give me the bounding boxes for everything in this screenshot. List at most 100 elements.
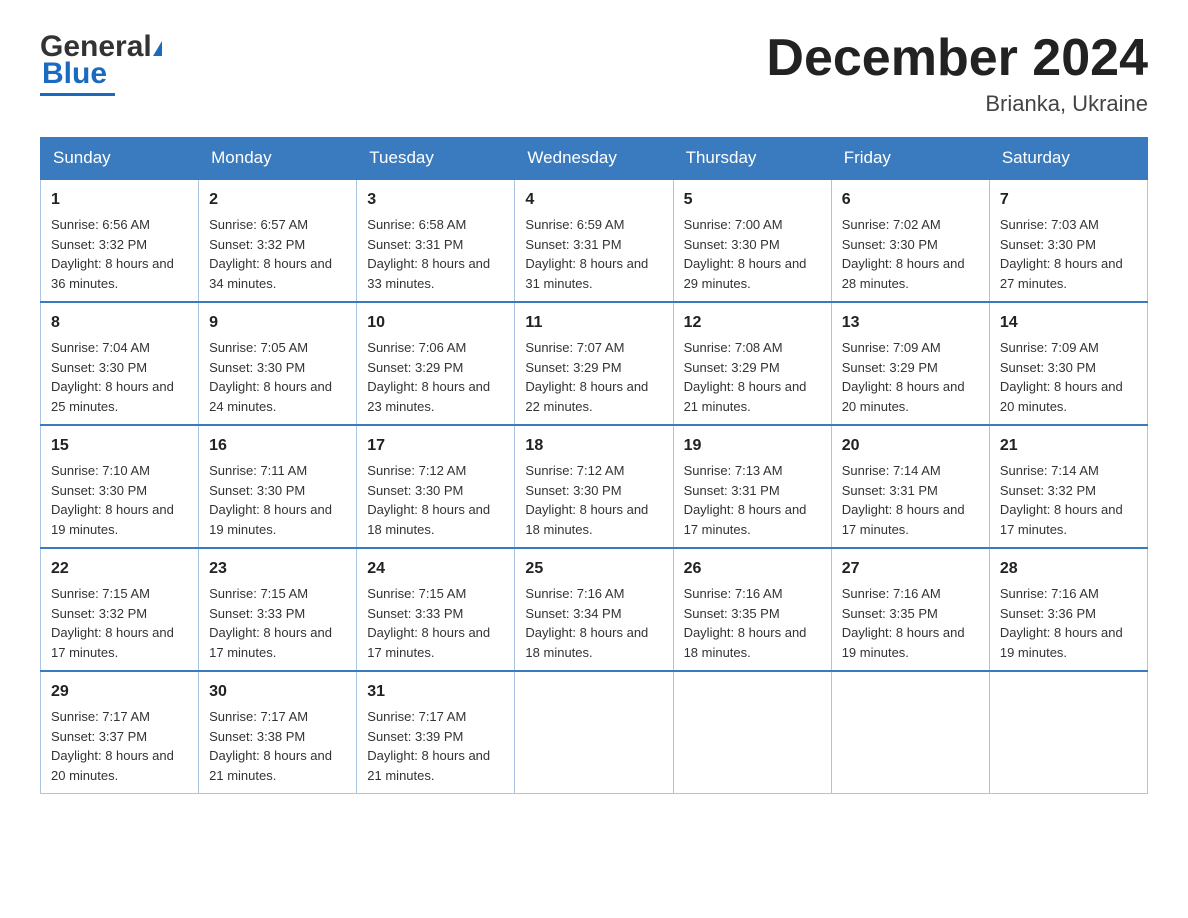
day-number: 5 bbox=[684, 188, 821, 212]
calendar-cell: 10Sunrise: 7:06 AMSunset: 3:29 PMDayligh… bbox=[357, 302, 515, 425]
sunrise-label: Sunrise: 7:09 AM bbox=[842, 340, 941, 355]
week-row-5: 29Sunrise: 7:17 AMSunset: 3:37 PMDayligh… bbox=[41, 671, 1148, 794]
calendar-cell: 28Sunrise: 7:16 AMSunset: 3:36 PMDayligh… bbox=[989, 548, 1147, 671]
day-number: 16 bbox=[209, 434, 346, 458]
calendar-cell: 12Sunrise: 7:08 AMSunset: 3:29 PMDayligh… bbox=[673, 302, 831, 425]
day-number: 24 bbox=[367, 557, 504, 581]
day-header-tuesday: Tuesday bbox=[357, 138, 515, 180]
sunset-label: Sunset: 3:39 PM bbox=[367, 729, 463, 744]
sunset-label: Sunset: 3:30 PM bbox=[1000, 360, 1096, 375]
sunset-label: Sunset: 3:30 PM bbox=[51, 360, 147, 375]
daylight-label: Daylight: 8 hours and 20 minutes. bbox=[51, 748, 174, 783]
sunrise-label: Sunrise: 7:04 AM bbox=[51, 340, 150, 355]
daylight-label: Daylight: 8 hours and 18 minutes. bbox=[525, 625, 648, 660]
sunset-label: Sunset: 3:35 PM bbox=[842, 606, 938, 621]
sunrise-label: Sunrise: 6:58 AM bbox=[367, 217, 466, 232]
sunrise-label: Sunrise: 7:15 AM bbox=[367, 586, 466, 601]
sunrise-label: Sunrise: 7:15 AM bbox=[209, 586, 308, 601]
daylight-label: Daylight: 8 hours and 17 minutes. bbox=[1000, 502, 1123, 537]
sunrise-label: Sunrise: 7:17 AM bbox=[209, 709, 308, 724]
calendar-cell: 30Sunrise: 7:17 AMSunset: 3:38 PMDayligh… bbox=[199, 671, 357, 794]
calendar-cell bbox=[831, 671, 989, 794]
sunrise-label: Sunrise: 7:16 AM bbox=[1000, 586, 1099, 601]
daylight-label: Daylight: 8 hours and 31 minutes. bbox=[525, 256, 648, 291]
sunset-label: Sunset: 3:32 PM bbox=[209, 237, 305, 252]
sunset-label: Sunset: 3:30 PM bbox=[209, 360, 305, 375]
calendar-cell: 16Sunrise: 7:11 AMSunset: 3:30 PMDayligh… bbox=[199, 425, 357, 548]
day-number: 28 bbox=[1000, 557, 1137, 581]
calendar-cell: 6Sunrise: 7:02 AMSunset: 3:30 PMDaylight… bbox=[831, 179, 989, 302]
sunset-label: Sunset: 3:29 PM bbox=[525, 360, 621, 375]
calendar-cell bbox=[673, 671, 831, 794]
sunset-label: Sunset: 3:31 PM bbox=[842, 483, 938, 498]
daylight-label: Daylight: 8 hours and 19 minutes. bbox=[209, 502, 332, 537]
sunset-label: Sunset: 3:33 PM bbox=[367, 606, 463, 621]
sunset-label: Sunset: 3:35 PM bbox=[684, 606, 780, 621]
daylight-label: Daylight: 8 hours and 17 minutes. bbox=[367, 625, 490, 660]
week-row-3: 15 Sunrise: 7:10 AM Sunset: 3:30 PM Dayligh… bbox=[41, 425, 1148, 548]
day-number: 9 bbox=[209, 311, 346, 335]
sunrise-label: Sunrise: 7:15 AM bbox=[51, 586, 150, 601]
sunset-label: Sunset: 3:29 PM bbox=[842, 360, 938, 375]
daylight-label: Daylight: 8 hours and 27 minutes. bbox=[1000, 256, 1123, 291]
day-number: 26 bbox=[684, 557, 821, 581]
logo-underline bbox=[40, 93, 115, 96]
calendar-cell: 11 Sunrise: 7:07 AM Sunset: 3:29 PM Dayligh… bbox=[515, 302, 673, 425]
day-number: 2 bbox=[209, 188, 346, 212]
week-row-2: 8Sunrise: 7:04 AMSunset: 3:30 PMDaylight… bbox=[41, 302, 1148, 425]
sunset-label: Sunset: 3:30 PM bbox=[1000, 237, 1096, 252]
sunset-label: Sunset: 3:30 PM bbox=[367, 483, 463, 498]
sunrise-label: Sunrise: 7:07 AM bbox=[525, 340, 624, 355]
logo: General Blue bbox=[40, 30, 163, 96]
sunrise-label: Sunrise: 7:09 AM bbox=[1000, 340, 1099, 355]
sunset-label: Sunset: 3:38 PM bbox=[209, 729, 305, 744]
day-number: 20 bbox=[842, 434, 979, 458]
month-title: December 2024 bbox=[766, 30, 1148, 87]
sunset-label: Sunset: 3:30 PM bbox=[842, 237, 938, 252]
sunrise-label: Sunrise: 7:06 AM bbox=[367, 340, 466, 355]
day-number: 15 bbox=[51, 434, 188, 458]
sunrise-label: Sunrise: 7:16 AM bbox=[842, 586, 941, 601]
calendar-cell: 20Sunrise: 7:14 AMSunset: 3:31 PMDayligh… bbox=[831, 425, 989, 548]
calendar-cell: 25Sunrise: 7:16 AMSunset: 3:34 PMDayligh… bbox=[515, 548, 673, 671]
day-number: 11 bbox=[525, 311, 662, 335]
day-number: 13 bbox=[842, 311, 979, 335]
day-number: 12 bbox=[684, 311, 821, 335]
day-header-wednesday: Wednesday bbox=[515, 138, 673, 180]
sunset-label: Sunset: 3:30 PM bbox=[525, 483, 621, 498]
sunset-label: Sunset: 3:29 PM bbox=[367, 360, 463, 375]
sunrise-label: Sunrise: 6:56 AM bbox=[51, 217, 150, 232]
sunset-label: Sunset: 3:32 PM bbox=[1000, 483, 1096, 498]
sunset-label: Sunset: 3:30 PM bbox=[684, 237, 780, 252]
calendar-cell: 1Sunrise: 6:56 AMSunset: 3:32 PMDaylight… bbox=[41, 179, 199, 302]
calendar-cell: 18Sunrise: 7:12 AMSunset: 3:30 PMDayligh… bbox=[515, 425, 673, 548]
calendar-cell: 22Sunrise: 7:15 AMSunset: 3:32 PMDayligh… bbox=[41, 548, 199, 671]
sunrise-label: Sunrise: 6:59 AM bbox=[525, 217, 624, 232]
sunrise-label: Sunrise: 7:16 AM bbox=[525, 586, 624, 601]
daylight-label: Daylight: 8 hours and 18 minutes. bbox=[525, 502, 648, 537]
calendar-cell: 27Sunrise: 7:16 AMSunset: 3:35 PMDayligh… bbox=[831, 548, 989, 671]
sunrise-label: Sunrise: 7:10 AM bbox=[51, 463, 150, 478]
day-number: 17 bbox=[367, 434, 504, 458]
day-number: 3 bbox=[367, 188, 504, 212]
sunrise-label: Sunrise: 7:16 AM bbox=[684, 586, 783, 601]
daylight-label: Daylight: 8 hours and 24 minutes. bbox=[209, 379, 332, 414]
sunset-label: Sunset: 3:33 PM bbox=[209, 606, 305, 621]
day-number: 18 bbox=[525, 434, 662, 458]
sunrise-label: Sunrise: 7:14 AM bbox=[1000, 463, 1099, 478]
calendar-cell: 29Sunrise: 7:17 AMSunset: 3:37 PMDayligh… bbox=[41, 671, 199, 794]
title-area: December 2024 Brianka, Ukraine bbox=[766, 30, 1148, 117]
daylight-label: Daylight: 8 hours and 19 minutes. bbox=[1000, 625, 1123, 660]
daylight-label: Daylight: 8 hours and 36 minutes. bbox=[51, 256, 174, 291]
calendar-cell: 4Sunrise: 6:59 AMSunset: 3:31 PMDaylight… bbox=[515, 179, 673, 302]
sunset-label: Sunset: 3:30 PM bbox=[209, 483, 305, 498]
sunrise-label: Sunrise: 7:12 AM bbox=[367, 463, 466, 478]
day-header-friday: Friday bbox=[831, 138, 989, 180]
calendar-cell bbox=[989, 671, 1147, 794]
calendar-cell: 23Sunrise: 7:15 AMSunset: 3:33 PMDayligh… bbox=[199, 548, 357, 671]
daylight-label: Daylight: 8 hours and 22 minutes. bbox=[525, 379, 648, 414]
daylight-label: Daylight: 8 hours and 19 minutes. bbox=[842, 625, 965, 660]
week-row-1: 1Sunrise: 6:56 AMSunset: 3:32 PMDaylight… bbox=[41, 179, 1148, 302]
daylight-label: Daylight: 8 hours and 23 minutes. bbox=[367, 379, 490, 414]
day-number: 14 bbox=[1000, 311, 1137, 335]
